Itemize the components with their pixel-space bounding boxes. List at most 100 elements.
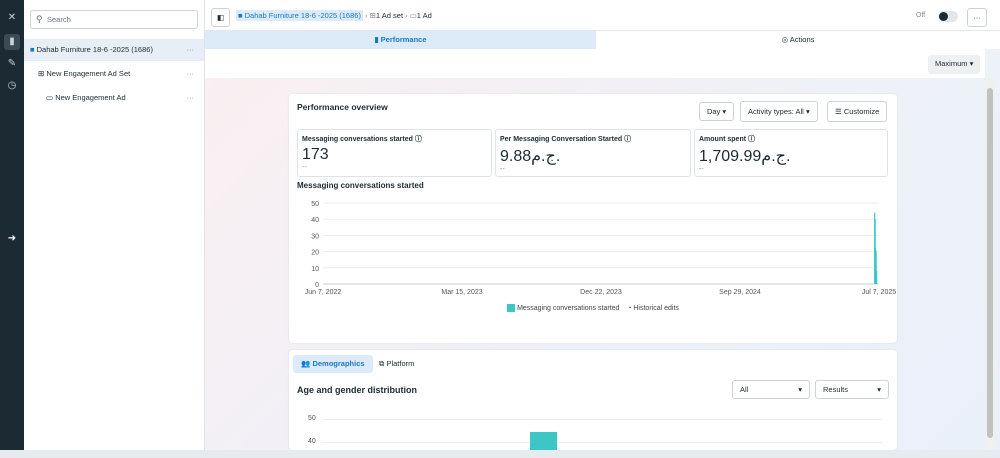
metric-dropdown[interactable]: Results ▾: [815, 380, 889, 399]
breadcrumb-campaign[interactable]: ■ Dahab Furniture 18-6 -2025 (1686): [236, 10, 363, 21]
legend-label: Messaging conversations started: [517, 304, 620, 312]
dropdown-label: Results: [823, 385, 849, 394]
main-panel: ◧ ■ Dahab Furniture 18-6 -2025 (1686) › …: [205, 0, 1000, 450]
chart-icon[interactable]: ▮: [4, 34, 20, 50]
breadcrumb-adset[interactable]: 1 Ad set: [376, 11, 403, 20]
tab-label: Platform: [386, 359, 415, 368]
scrollbar[interactable]: [985, 78, 995, 450]
x-tick-label: Jul 7, 2025: [862, 289, 896, 296]
chart-title: Messaging conversations started: [297, 181, 424, 190]
search-icon: ⚲: [36, 14, 43, 24]
tab-label: Actions: [789, 35, 815, 44]
metric-label: Per Messaging Conversation Started: [500, 136, 623, 143]
metric-value: 173: [302, 146, 329, 163]
metric-delta: --: [500, 166, 505, 173]
day-dropdown[interactable]: Day ▾: [699, 102, 735, 121]
metric-card[interactable]: Per Messaging Conversation Started ⓘ 9.88…: [495, 129, 691, 177]
scrollbar-thumb[interactable]: [987, 88, 993, 438]
x-tick-label: Jun 7, 2022: [305, 289, 342, 296]
pencil-icon[interactable]: ✎: [4, 56, 20, 72]
metric-label: Amount spent: [699, 136, 747, 143]
y-tick-label: 0: [315, 282, 319, 289]
legend-label: Historical edits: [633, 304, 679, 312]
customize-icon: ☰: [835, 107, 842, 116]
demographics-card: 👥 Demographics ⧉ Platform Age and gender…: [289, 350, 897, 450]
card-title: Performance overview: [297, 102, 388, 112]
activity-types-dropdown[interactable]: Activity types: All ▾: [740, 101, 818, 122]
search-placeholder: Search: [47, 15, 71, 24]
y-tick-label: 40: [311, 217, 319, 224]
breadcrumb: ■ Dahab Furniture 18-6 -2025 (1686) › ⊞1…: [236, 10, 432, 21]
folder-icon: ■: [30, 45, 35, 54]
demographic-bar: [530, 432, 557, 450]
more-button[interactable]: ···: [967, 8, 987, 27]
performance-overview-card: Performance overview Day ▾ Activity type…: [289, 94, 897, 343]
toggle-sidebar-button[interactable]: ◧: [211, 8, 230, 27]
expand-icon[interactable]: ➜: [4, 231, 20, 247]
tab-bar: ▮ Performance ◎ Actions: [205, 31, 1000, 49]
tree-label: New Engagement Ad: [55, 93, 126, 102]
y-tick-label: 10: [311, 266, 319, 273]
metric-delta: --: [699, 166, 704, 173]
data-bar: [876, 271, 878, 284]
dropdown-label: Activity types: All: [748, 107, 804, 116]
clock-icon[interactable]: ◷: [4, 78, 20, 94]
historical-edits-icon: ◔: [627, 304, 632, 312]
filter-dropdown[interactable]: All ▾: [732, 380, 810, 399]
tree-label: New Engagement Ad Set: [46, 69, 131, 78]
tab-label: Demographics: [312, 359, 365, 368]
toggle-label: Off: [916, 12, 926, 19]
search-input[interactable]: ⚲ Search: [30, 10, 198, 29]
close-icon[interactable]: ✕: [4, 10, 20, 26]
maximum-dropdown[interactable]: Maximum ▾: [928, 55, 981, 74]
metric-card[interactable]: Messaging conversations started ⓘ 173 --: [297, 129, 492, 177]
metric-delta: --: [302, 164, 307, 171]
tab-platform[interactable]: ⧉ Platform: [379, 355, 414, 373]
tab-performance[interactable]: ▮ Performance: [205, 31, 596, 49]
top-bar: ◧ ■ Dahab Furniture 18-6 -2025 (1686) › …: [205, 0, 1000, 31]
dropdown-label: Day: [707, 107, 721, 116]
more-icon[interactable]: ···: [187, 39, 195, 61]
toolbar: Maximum ▾: [205, 49, 985, 78]
dropdown-label: All: [740, 385, 749, 394]
metric-card[interactable]: Amount spent ⓘ 1,709.99ج.م. --: [694, 129, 888, 177]
more-icon[interactable]: ···: [187, 87, 195, 109]
bottom-bar: [0, 450, 1000, 458]
legend-swatch: [507, 304, 516, 312]
info-icon[interactable]: ⓘ: [748, 136, 755, 143]
metric-value: 9.88ج.م.: [500, 148, 561, 165]
info-icon[interactable]: ⓘ: [624, 136, 631, 143]
metric-label: Messaging conversations started: [302, 136, 413, 143]
metric-value: 1,709.99ج.م.: [699, 148, 791, 165]
tree-item-campaign[interactable]: ■ Dahab Furniture 18-6 -2025 (1686) ···: [24, 39, 204, 61]
dropdown-label: Maximum: [935, 59, 968, 68]
info-icon[interactable]: ⓘ: [415, 136, 422, 143]
y-tick-label: 50: [311, 201, 319, 208]
x-tick-label: Sep 29, 2024: [719, 289, 761, 296]
x-tick-label: Dec 22, 2023: [580, 289, 622, 296]
tab-label: Performance: [380, 35, 427, 44]
button-label: Customize: [843, 107, 880, 116]
tab-demographics[interactable]: 👥 Demographics: [293, 355, 373, 373]
y-tick-label: 20: [311, 250, 319, 257]
y-tick: 40: [308, 438, 316, 445]
ad-icon: ▭: [46, 93, 54, 102]
x-tick-label: Mar 15, 2023: [441, 289, 482, 296]
sidebar: ⚲ Search ■ Dahab Furniture 18-6 -2025 (16…: [24, 0, 205, 450]
adset-icon: ⊞: [38, 69, 45, 78]
tree-item-ad[interactable]: ▭ New Engagement Ad ···: [24, 87, 204, 109]
tree-item-adset[interactable]: ⊞ New Engagement Ad Set ···: [24, 63, 204, 85]
more-icon[interactable]: ···: [187, 63, 195, 85]
y-tick-label: 30: [311, 233, 319, 240]
on-off-toggle[interactable]: [938, 11, 958, 22]
chart-legend: Messaging conversations started ◔ Histor…: [289, 304, 897, 312]
customize-button[interactable]: ☰ Customize: [827, 101, 888, 122]
line-chart: 0 10 20 30 40 50 Jun 7, 2022 Mar 15, 2023 Dec 22…: [305, 201, 897, 296]
tree-label: Dahab Furniture 18-6 -2025 (1686): [36, 45, 153, 54]
left-rail: ✕ ▮ ✎ ◷ ➜: [0, 0, 24, 458]
section-title: Age and gender distribution: [297, 385, 418, 395]
tab-actions[interactable]: ◎ Actions: [596, 31, 1000, 49]
crumb-label: Dahab Furniture 18-6 -2025 (1686): [244, 11, 361, 20]
y-tick: 50: [308, 415, 316, 422]
breadcrumb-ad[interactable]: 1 Ad: [417, 11, 432, 20]
